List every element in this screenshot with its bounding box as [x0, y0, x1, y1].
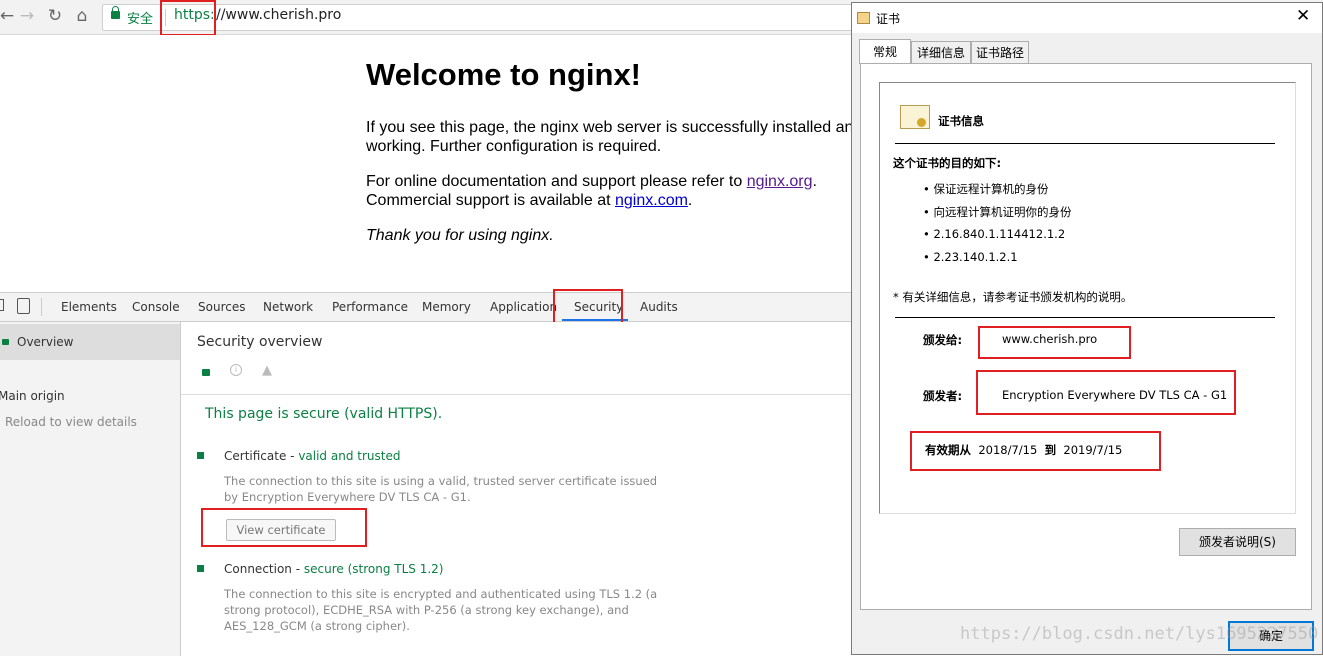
highlight-box-validity	[910, 431, 1161, 471]
tab-cert-path[interactable]: 证书路径	[971, 41, 1029, 63]
info-icon: i	[230, 364, 242, 376]
url-host: //www.cherish.pro	[216, 7, 342, 23]
sidebar-main-origin: Main origin	[0, 389, 65, 403]
security-overview-title: Security overview	[197, 334, 323, 350]
lock-icon	[111, 6, 120, 19]
certificate-dialog: 证书 ✕ 常规 详细信息 证书路径 证书信息 这个证书的目的如下: • 保证远程…	[851, 2, 1323, 655]
tab-console[interactable]: Console	[132, 300, 180, 314]
purpose-text: 保证远程计算机的身份	[933, 182, 1049, 196]
back-icon[interactable]: ←	[0, 6, 17, 26]
tab-network[interactable]: Network	[263, 300, 313, 314]
cert-info-heading: 证书信息	[938, 114, 984, 128]
connection-desc-2: strong protocol), ECDHE_RSA with P-256 (…	[224, 603, 629, 617]
certificate-heading: Certificate - valid and trusted	[224, 449, 401, 463]
tab-general[interactable]: 常规	[859, 39, 911, 64]
inspect-icon[interactable]	[0, 299, 4, 311]
dialog-titlebar: 证书 ✕	[852, 3, 1322, 33]
purpose-text: 向远程计算机证明你的身份	[933, 205, 1072, 219]
purpose-item: • 2.16.840.1.114412.1.2	[923, 227, 1066, 241]
address-bar[interactable]: 安全 https: //www.cherish.pro	[102, 4, 864, 31]
certificate-status: valid and trusted	[298, 449, 401, 463]
issued-to-label: 颁发给:	[923, 333, 963, 347]
divider	[895, 317, 1275, 318]
connection-heading: Connection - secure (strong TLS 1.2)	[224, 562, 444, 576]
connection-status: secure (strong TLS 1.2)	[303, 562, 444, 576]
dialog-title: 证书	[876, 12, 901, 26]
highlight-box-view-certificate	[201, 508, 367, 547]
security-sidebar: Overview Main origin Reload to view deta…	[0, 322, 181, 656]
web-page: Welcome to nginx! If you see this page, …	[0, 35, 862, 292]
certificate-label: Certificate	[224, 449, 287, 463]
paragraph-1-line-1: If you see this page, the nginx web serv…	[366, 119, 863, 136]
period: .	[812, 173, 817, 190]
period: .	[687, 192, 693, 209]
certificate-status-icon	[197, 452, 204, 459]
nginx-com-link[interactable]: nginx.com	[615, 192, 688, 209]
tab-sources[interactable]: Sources	[198, 300, 245, 314]
warning-icon: ▲	[262, 363, 272, 378]
sidebar-overview-label: Overview	[17, 335, 74, 349]
page-title: Welcome to nginx!	[366, 57, 642, 92]
secure-label: 安全	[127, 12, 154, 27]
thanks-text: Thank you for using nginx.	[366, 227, 554, 244]
tab-application[interactable]: Application	[490, 300, 557, 314]
certificate-info-icon	[900, 105, 930, 129]
issuer-statement-button[interactable]: 颁发者说明(S)	[1179, 528, 1296, 556]
paragraph-2-line-2: Commercial support is available at nginx…	[366, 191, 692, 210]
devtools-tab-bar: Elements Console Sources Network Perform…	[0, 289, 852, 327]
lock-icon	[2, 339, 9, 345]
secure-lock-icon	[202, 369, 210, 376]
tab-details[interactable]: 详细信息	[911, 41, 971, 63]
tab-elements[interactable]: Elements	[61, 300, 117, 314]
forward-icon[interactable]: →	[17, 6, 37, 26]
certificate-desc-2: by Encryption Everywhere DV TLS CA - G1.	[224, 490, 471, 504]
issued-by-label: 颁发者:	[923, 389, 963, 403]
security-overview-header: Security overview i ▲	[181, 322, 852, 395]
tab-performance[interactable]: Performance	[332, 300, 408, 314]
tab-memory[interactable]: Memory	[422, 300, 471, 314]
connection-status-icon	[197, 565, 204, 572]
security-main: Security overview i ▲ This page is secur…	[181, 322, 852, 656]
tab-separator	[41, 298, 42, 316]
connection-label: Connection	[224, 562, 292, 576]
secure-message: This page is secure (valid HTTPS).	[205, 406, 443, 422]
certificate-seal-icon	[917, 118, 926, 127]
purpose-item: • 2.23.140.1.2.1	[923, 250, 1018, 264]
general-tab-panel: 证书信息 这个证书的目的如下: • 保证远程计算机的身份 • 向远程计算机证明你…	[860, 63, 1312, 610]
sidebar-reload-note: Reload to view details	[5, 415, 137, 429]
paragraph-2-line-1: For online documentation and support ple…	[366, 172, 817, 191]
purpose-heading: 这个证书的目的如下:	[893, 156, 1002, 170]
purpose-item: • 向远程计算机证明你的身份	[923, 205, 1072, 219]
devtools-panel: Elements Console Sources Network Perform…	[0, 289, 852, 656]
highlight-box-issued-by	[976, 370, 1236, 415]
nginx-org-link[interactable]: nginx.org	[747, 173, 813, 190]
paragraph-2-prefix: For online documentation and support ple…	[366, 173, 747, 190]
watermark: https://blog.csdn.net/lys1695227550	[960, 624, 1319, 644]
divider	[895, 143, 1275, 144]
connection-desc-3: AES_128_GCM (a strong cipher).	[224, 619, 410, 633]
reload-icon[interactable]: ↻	[45, 6, 65, 26]
purpose-text: 2.16.840.1.114412.1.2	[933, 227, 1066, 241]
paragraph-1-line-2: working. Further configuration is requir…	[366, 138, 662, 155]
purpose-text: 2.23.140.1.2.1	[933, 250, 1018, 264]
certificate-desc-1: The connection to this site is using a v…	[224, 474, 658, 488]
details-note: * 有关详细信息，请参考证书颁发机构的说明。	[893, 290, 1133, 304]
certificate-icon	[857, 12, 870, 24]
paragraph-2-line-2-prefix: Commercial support is available at	[366, 192, 615, 209]
highlight-box-issued-to	[978, 326, 1131, 359]
home-icon[interactable]: ⌂	[72, 6, 92, 26]
purpose-item: • 保证远程计算机的身份	[923, 182, 1049, 196]
certificate-info-box: 证书信息 这个证书的目的如下: • 保证远程计算机的身份 • 向远程计算机证明你…	[879, 82, 1296, 514]
tab-audits[interactable]: Audits	[640, 300, 678, 314]
close-icon[interactable]: ✕	[1296, 6, 1310, 26]
connection-desc-1: The connection to this site is encrypted…	[224, 587, 658, 601]
device-toolbar-icon[interactable]	[17, 298, 30, 314]
highlight-box-https	[160, 0, 216, 36]
sidebar-item-overview[interactable]: Overview	[0, 324, 180, 360]
